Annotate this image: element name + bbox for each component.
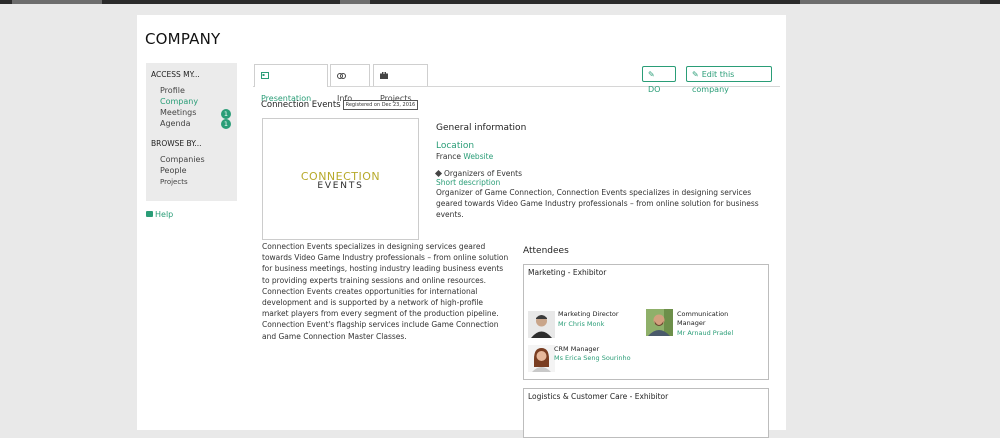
attendee-role: Marketing Director: [558, 310, 619, 318]
attendee-name-link[interactable]: Mr Arnaud Pradel: [677, 329, 733, 337]
avatar[interactable]: [528, 311, 555, 338]
do-button-label: DO: [648, 85, 661, 94]
help-label: Help: [155, 210, 174, 219]
id-card-icon: [261, 66, 269, 88]
attendee-group-title: Marketing - Exhibitor: [528, 268, 607, 277]
category-tag-label: Organizers of Events: [444, 169, 522, 178]
sidebar-item-company[interactable]: Company: [160, 97, 198, 106]
help-link[interactable]: Help: [146, 210, 173, 219]
short-description-heading: Short description: [436, 178, 501, 187]
logo-line2: EVENTS: [317, 181, 364, 191]
briefcase-icon: [146, 211, 153, 217]
attendee-group-title: Logistics & Customer Care - Exhibitor: [528, 392, 669, 401]
banner-segment: [12, 0, 102, 4]
company-description: Connection Events specializes in designi…: [262, 242, 509, 341]
sidebar-item-agenda[interactable]: Agenda: [160, 119, 191, 128]
do-button[interactable]: ✎ DO: [642, 66, 676, 94]
attendee-role: Communication Manager: [677, 310, 729, 327]
page-title: COMPANY: [145, 30, 221, 48]
location-line: France Website: [436, 152, 493, 161]
company-logo: CONNECTION EVENTS: [262, 118, 419, 240]
sidebar-item-projects[interactable]: Projects: [160, 178, 188, 186]
pencil-icon: ✎: [648, 70, 655, 79]
attendees-title: Attendees: [523, 246, 569, 256]
attendee-role: CRM Manager: [554, 345, 600, 353]
avatar[interactable]: [646, 309, 673, 336]
banner-segment: [800, 0, 980, 4]
sidebar-item-companies[interactable]: Companies: [160, 155, 205, 164]
location-heading: Location: [436, 141, 475, 151]
top-banner-strip: [0, 0, 1000, 4]
location-country: France: [436, 152, 461, 161]
attendee-name-link[interactable]: Mr Chris Monk: [558, 320, 604, 328]
tab-presentation[interactable]: Presentation: [254, 64, 328, 103]
tab-projects[interactable]: Projects: [373, 64, 428, 103]
registered-badge: Registered on Dec 23, 2016: [342, 100, 419, 110]
sidebar: ACCESS MY... Profile Company Meetings 1 …: [146, 63, 237, 201]
sidebar-access-heading: ACCESS MY...: [151, 70, 200, 79]
edit-company-button[interactable]: ✎ Edit this company: [686, 66, 772, 94]
attendee-name-link[interactable]: Ms Erica Seng Sourinho: [554, 354, 631, 362]
website-link[interactable]: Website: [463, 152, 493, 161]
attendee-group-logistics: Logistics & Customer Care - Exhibitor: [523, 388, 769, 438]
general-info-title: General information: [436, 123, 527, 133]
meetings-count-badge: 1: [221, 109, 231, 119]
tag-icon: [434, 169, 443, 178]
sidebar-item-people[interactable]: People: [160, 166, 187, 175]
tab-info[interactable]: Info: [330, 64, 370, 103]
sidebar-item-profile[interactable]: Profile: [160, 86, 185, 95]
company-name-text: Connection Events: [261, 100, 341, 110]
pencil-icon: ✎: [692, 70, 699, 79]
short-description-text: Organizer of Game Connection, Connection…: [436, 188, 759, 219]
sidebar-item-meetings[interactable]: Meetings: [160, 108, 196, 117]
banner-segment: [340, 0, 370, 4]
avatar[interactable]: [528, 345, 555, 372]
link-icon: [337, 66, 346, 88]
agenda-count-badge: 1: [221, 119, 231, 129]
category-tag: Organizers of Events: [434, 169, 522, 178]
briefcase-icon: [380, 66, 388, 88]
sidebar-browse-heading: BROWSE BY...: [151, 139, 202, 148]
company-name: Connection Events Registered on Dec 23, 2…: [261, 100, 419, 110]
attendee-group-marketing: Marketing - Exhibitor Marketing Director…: [523, 264, 769, 380]
